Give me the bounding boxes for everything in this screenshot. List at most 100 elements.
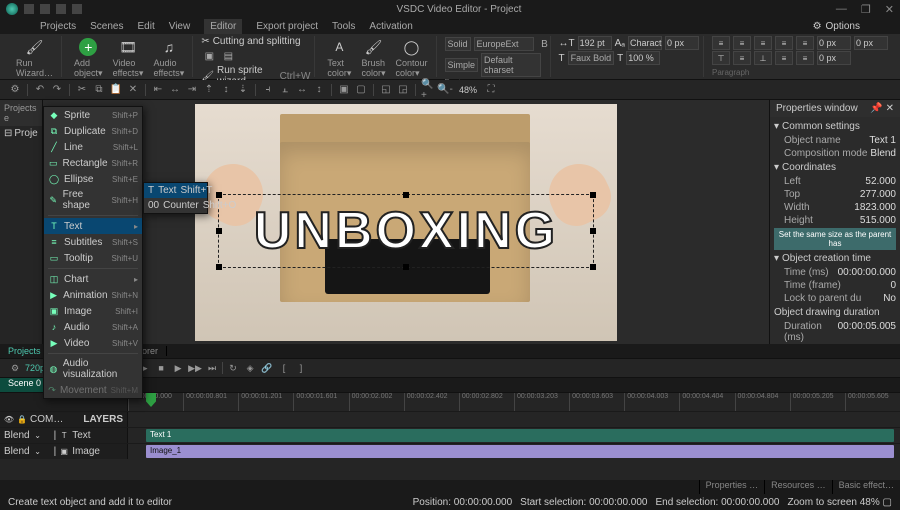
- maximize-button[interactable]: ❐: [861, 3, 871, 16]
- ruler[interactable]: 00:00:00.00000:00:00.80100:00:01.20100:0…: [128, 393, 900, 411]
- menu-projects[interactable]: Projects: [40, 21, 76, 32]
- section-creation[interactable]: ▾Object creation time: [774, 251, 896, 266]
- qa-save-icon[interactable]: [24, 4, 34, 14]
- submenu-text[interactable]: TTextShift+T: [144, 183, 207, 198]
- ts-alignc-icon[interactable]: ↔: [168, 83, 182, 97]
- video-effects-button[interactable]: 🎞Video effects▾: [109, 36, 148, 81]
- prop-durms[interactable]: 00:00:05.005: [838, 321, 896, 343]
- para-input-1[interactable]: 0 px: [817, 36, 851, 50]
- ts-sizeh-icon[interactable]: ↕: [312, 83, 326, 97]
- prop-timems[interactable]: 00:00:00.000: [838, 267, 896, 278]
- menu-rectangle[interactable]: ▭RectangleShift+R: [44, 155, 142, 171]
- para-input-2[interactable]: 0 px: [854, 36, 888, 50]
- ts-undo-icon[interactable]: ↶: [33, 83, 47, 97]
- contour-color-button[interactable]: ◯Contour color▾: [391, 36, 431, 81]
- options-button[interactable]: ⚙Options: [813, 21, 860, 32]
- menu-subtitles[interactable]: ≡SubtitlesShift+S: [44, 234, 142, 250]
- menu-animation[interactable]: ▶AnimationShift+N: [44, 287, 142, 303]
- audio-effects-button[interactable]: ♫Audio effects▾: [149, 36, 188, 81]
- tp-end-icon[interactable]: ⏭: [205, 361, 219, 375]
- ts-alignl-icon[interactable]: ⇤: [151, 83, 165, 97]
- valign-top-icon[interactable]: ⊤: [712, 51, 730, 65]
- menu-sprite[interactable]: ◆SpriteShift+P: [44, 107, 142, 123]
- tp-settings-icon[interactable]: ⚙: [8, 361, 22, 375]
- chevron-icon[interactable]: ⌄: [33, 447, 43, 457]
- ts-alignt-icon[interactable]: ⇡: [202, 83, 216, 97]
- tool-icon-1[interactable]: ▣: [201, 48, 217, 64]
- ts-paste-icon[interactable]: 📋: [109, 83, 123, 97]
- clip-image-1[interactable]: Image_1: [146, 445, 894, 458]
- ts-disth-icon[interactable]: ⫞: [261, 83, 275, 97]
- pct-input[interactable]: 100 %: [626, 51, 660, 65]
- handle-bm[interactable]: [403, 264, 409, 270]
- ts-cut-icon[interactable]: ✂: [75, 83, 89, 97]
- tp-mark-in-icon[interactable]: [: [277, 361, 291, 375]
- menu-scenes[interactable]: Scenes: [90, 21, 123, 32]
- handle-ml[interactable]: [216, 228, 222, 234]
- bt-basic-effect[interactable]: Basic effect…: [832, 480, 900, 494]
- lock-icon[interactable]: 🔒: [17, 415, 27, 425]
- ts-zoomout-icon[interactable]: 🔍-: [438, 83, 452, 97]
- menu-tooltip[interactable]: ▭TooltipShift+U: [44, 250, 142, 266]
- valign-5-icon[interactable]: ≡: [796, 51, 814, 65]
- tp-nextkf-icon[interactable]: ▶▶: [188, 361, 202, 375]
- solid-dropdown[interactable]: Solid: [445, 37, 471, 51]
- valign-4-icon[interactable]: ≡: [775, 51, 793, 65]
- pin-icon[interactable]: 📌 ✕: [870, 103, 894, 114]
- tp-mark-out-icon[interactable]: ]: [294, 361, 308, 375]
- menu-activation[interactable]: Activation: [369, 21, 412, 32]
- section-coords[interactable]: ▾Coordinates: [774, 160, 896, 175]
- bold-icon[interactable]: B: [537, 36, 553, 52]
- tool-icon-2[interactable]: ▤: [220, 48, 236, 64]
- menu-line[interactable]: ╱LineShift+L: [44, 139, 142, 155]
- valign-bot-icon[interactable]: ⊥: [754, 51, 772, 65]
- handle-tm[interactable]: [403, 192, 409, 198]
- prop-top[interactable]: 277.000: [860, 189, 896, 200]
- charact-dropdown[interactable]: Charact: [628, 36, 662, 50]
- ts-zoomin-icon[interactable]: 🔍+: [421, 83, 435, 97]
- brush-color-button[interactable]: 🖌Brush color▾: [357, 36, 389, 81]
- px-input-1[interactable]: 0 px: [665, 36, 699, 50]
- prop-height[interactable]: 515.000: [860, 215, 896, 226]
- ts-gear-icon[interactable]: ⚙: [8, 83, 22, 97]
- section-drawing[interactable]: Object drawing duration: [774, 305, 896, 320]
- menu-view[interactable]: View: [169, 21, 191, 32]
- prop-left[interactable]: 52.000: [865, 176, 896, 187]
- ts-alignb-icon[interactable]: ⇣: [236, 83, 250, 97]
- prop-objectname[interactable]: Text 1: [869, 135, 896, 146]
- prop-compmode[interactable]: Blend: [870, 148, 896, 159]
- overlay-text[interactable]: UNBOXING: [219, 195, 593, 267]
- menu-audio[interactable]: ♪AudioShift+A: [44, 319, 142, 335]
- tp-next-icon[interactable]: ▶: [171, 361, 185, 375]
- qa-redo-icon[interactable]: [56, 4, 66, 14]
- ts-sizew-icon[interactable]: ↔: [295, 83, 309, 97]
- valign-mid-icon[interactable]: ≡: [733, 51, 751, 65]
- handle-bl[interactable]: [216, 264, 222, 270]
- ts-fit-icon[interactable]: ⛶: [484, 83, 498, 97]
- simple-dropdown[interactable]: Simple: [445, 58, 479, 72]
- menu-duplicate[interactable]: ⧉DuplicateShift+D: [44, 123, 142, 139]
- align-left-icon[interactable]: ≡: [712, 36, 730, 50]
- menu-freeshape[interactable]: ✎Free shapeShift+H: [44, 187, 142, 213]
- menu-text[interactable]: TText▸: [44, 218, 142, 234]
- prop-width[interactable]: 1823.000: [854, 202, 896, 213]
- track-header-image[interactable]: Blend⌄|▣Image: [0, 444, 128, 459]
- fauxbold-dropdown[interactable]: Faux Bold: [568, 51, 615, 65]
- set-same-size-button[interactable]: Set the same size as the parent has: [774, 228, 896, 250]
- ts-distv-icon[interactable]: ⫠: [278, 83, 292, 97]
- ts-alignr-icon[interactable]: ⇥: [185, 83, 199, 97]
- handle-br[interactable]: [590, 264, 596, 270]
- text-color-button[interactable]: AText color▾: [323, 36, 355, 81]
- align-right-icon[interactable]: ≡: [754, 36, 772, 50]
- handle-tl[interactable]: [216, 192, 222, 198]
- clip-text-1[interactable]: Text 1: [146, 429, 894, 442]
- ts-front-icon[interactable]: ◱: [379, 83, 393, 97]
- bt-resources[interactable]: Resources …: [764, 480, 832, 494]
- prop-timefr[interactable]: 0: [890, 280, 896, 291]
- font-dropdown[interactable]: EuropeExt: [474, 37, 534, 51]
- ts-ungroup-icon[interactable]: ▢: [354, 83, 368, 97]
- canvas[interactable]: UNBOXING: [43, 100, 769, 344]
- ts-redo-icon[interactable]: ↷: [50, 83, 64, 97]
- align-dist-icon[interactable]: ≡: [796, 36, 814, 50]
- menu-video[interactable]: ▶VideoShift+V: [44, 335, 142, 351]
